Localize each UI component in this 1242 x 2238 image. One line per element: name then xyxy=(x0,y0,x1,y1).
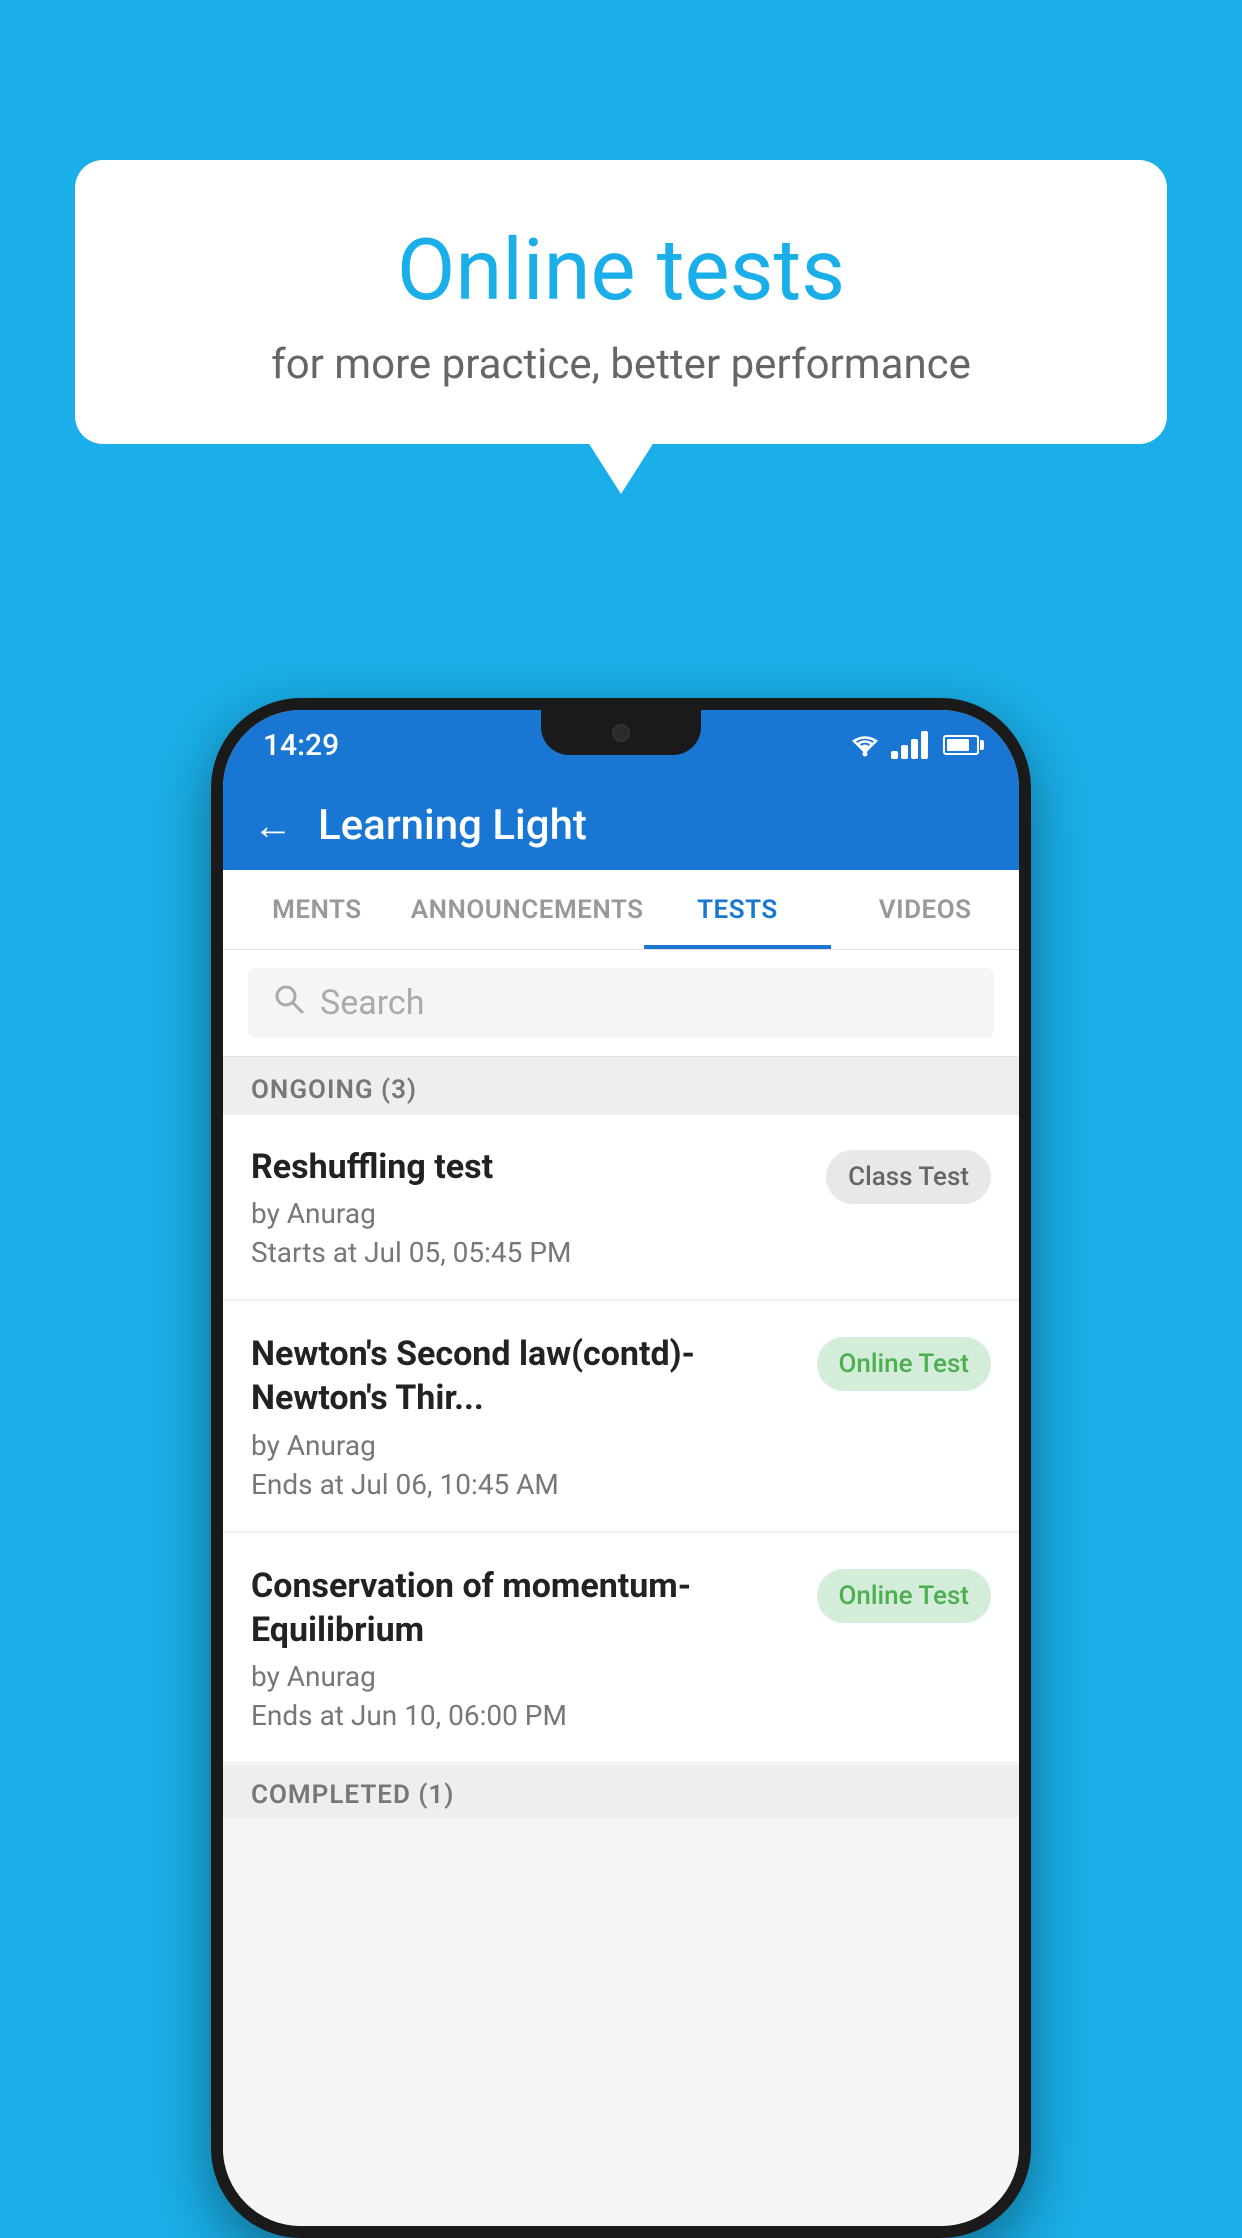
search-icon xyxy=(273,982,305,1024)
test-info-3: Conservation of momentum-Equilibrium by … xyxy=(251,1564,797,1732)
test-item-newton[interactable]: Newton's Second law(contd)-Newton's Thir… xyxy=(223,1302,1019,1531)
notch xyxy=(541,710,701,755)
tab-ments[interactable]: MENTS xyxy=(223,870,411,949)
phone-frame: 14:29 xyxy=(211,698,1031,2238)
ongoing-section-header: ONGOING (3) xyxy=(223,1057,1019,1115)
search-bar[interactable]: Search xyxy=(248,968,994,1038)
phone-screen: 14:29 xyxy=(223,710,1019,2226)
back-button[interactable]: ← xyxy=(253,802,293,849)
app-title: Learning Light xyxy=(318,801,587,850)
test-badge-2: Online Test xyxy=(817,1337,992,1391)
test-item-reshuffling[interactable]: Reshuffling test by Anurag Starts at Jul… xyxy=(223,1115,1019,1300)
search-placeholder: Search xyxy=(320,983,424,1023)
bubble-title: Online tests xyxy=(125,220,1117,320)
signal-bars-icon xyxy=(891,731,928,759)
camera-dot xyxy=(612,724,630,742)
test-date-2: Ends at Jul 06, 10:45 AM xyxy=(251,1468,797,1501)
test-date-1: Starts at Jul 05, 05:45 PM xyxy=(251,1236,806,1269)
test-item-conservation[interactable]: Conservation of momentum-Equilibrium by … xyxy=(223,1534,1019,1763)
status-bar: 14:29 xyxy=(223,710,1019,780)
content-area: ONGOING (3) Reshuffling test by Anurag S… xyxy=(223,1057,1019,2226)
test-author-2: by Anurag xyxy=(251,1429,797,1462)
test-badge-1: Class Test xyxy=(826,1150,991,1204)
tabs-bar: MENTS ANNOUNCEMENTS TESTS VIDEOS xyxy=(223,870,1019,950)
test-author-1: by Anurag xyxy=(251,1197,806,1230)
test-badge-3: Online Test xyxy=(817,1569,992,1623)
test-name-1: Reshuffling test xyxy=(251,1145,806,1189)
tab-tests[interactable]: TESTS xyxy=(644,870,832,949)
test-info-2: Newton's Second law(contd)-Newton's Thir… xyxy=(251,1332,797,1500)
test-date-3: Ends at Jun 10, 06:00 PM xyxy=(251,1699,797,1732)
tab-announcements[interactable]: ANNOUNCEMENTS xyxy=(411,870,644,949)
test-name-2: Newton's Second law(contd)-Newton's Thir… xyxy=(251,1332,797,1420)
wifi-icon xyxy=(849,732,881,758)
status-icons xyxy=(849,731,979,759)
bubble-subtitle: for more practice, better performance xyxy=(125,340,1117,389)
completed-section-header: COMPLETED (1) xyxy=(223,1765,1019,1818)
tab-videos[interactable]: VIDEOS xyxy=(831,870,1019,949)
search-container: Search xyxy=(223,950,1019,1057)
status-time: 14:29 xyxy=(263,728,339,763)
app-header: ← Learning Light xyxy=(223,780,1019,870)
battery-icon xyxy=(943,735,979,755)
test-author-3: by Anurag xyxy=(251,1660,797,1693)
speech-bubble: Online tests for more practice, better p… xyxy=(75,160,1167,444)
test-info-1: Reshuffling test by Anurag Starts at Jul… xyxy=(251,1145,806,1269)
test-name-3: Conservation of momentum-Equilibrium xyxy=(251,1564,797,1652)
